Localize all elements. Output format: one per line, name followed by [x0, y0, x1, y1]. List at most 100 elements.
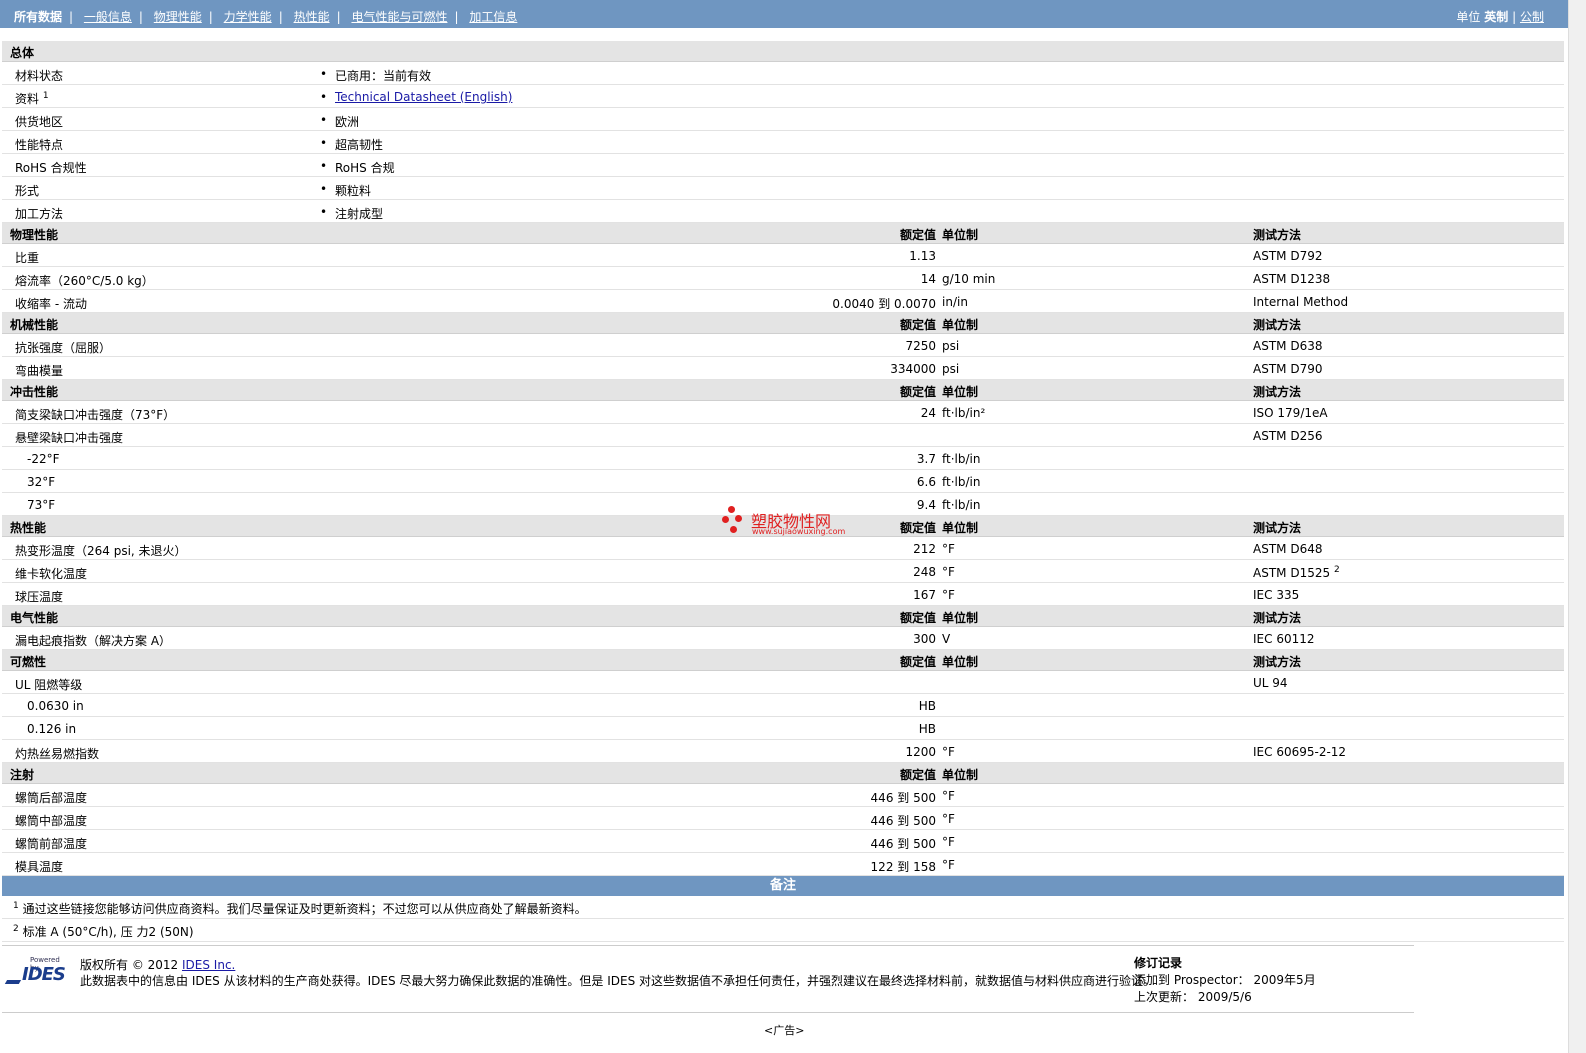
nav-electrical[interactable]: 电气性能与可燃性 [351, 10, 447, 24]
value-text: 欧洲 [335, 115, 360, 129]
units-label: 单位 [1456, 10, 1481, 24]
section-header-impact: 冲击性能 额定值 单位制 测试方法 [2, 380, 1564, 401]
table-row: 悬壁梁缺口冲击强度 ASTM D256 [2, 424, 1564, 447]
top-nav-bar: 所有数据 | 一般信息 | 物理性能 | 力学性能 | 热性能 | 电气性能与可燃性 | 加… [0, 0, 1568, 28]
nav-physical[interactable]: 物理性能 [154, 10, 202, 24]
row-value: 3.7 [916, 452, 936, 466]
table-row: 资料 1 Technical Datasheet (English) [2, 85, 1564, 108]
col-header-nominal: 额定值 [899, 318, 936, 332]
row-method: ISO 179/1eA [1253, 406, 1328, 420]
footnote-number: 1 [13, 901, 19, 911]
note-item: 1 通过这些链接您能够访问供应商资料。我们尽量保证及时更新资料；不过您可以从供应… [2, 896, 1564, 919]
table-row: RoHS 合规性 RoHS 合规 [2, 154, 1564, 177]
row-value: 欧洲 [320, 113, 359, 130]
watermark: 塑胶物性网 www.sujiaowuxing.com [722, 506, 882, 538]
note-text: 通过这些链接您能够访问供应商资料。我们尽量保证及时更新资料；不过您可以从供应商处… [22, 902, 587, 916]
row-unit: °F [942, 858, 955, 872]
row-method: ASTM D790 [1253, 362, 1323, 376]
value-text: RoHS 合规 [335, 161, 395, 175]
row-value: 颗粒料 [320, 182, 371, 199]
nav-processing[interactable]: 加工信息 [469, 10, 517, 24]
nav-thermal[interactable]: 热性能 [294, 10, 330, 24]
ad-label: <广告> [764, 1024, 805, 1037]
row-label: 性能特点 [15, 138, 64, 152]
col-header-unit: 单位制 [942, 768, 979, 782]
col-header-method: 测试方法 [1253, 228, 1302, 242]
row-label: 资料 1 [15, 91, 49, 106]
row-label: 收缩率 - 流动 [15, 297, 87, 311]
row-label: 73°F [27, 498, 56, 512]
section-title: 电气性能 [10, 611, 59, 625]
row-method: ASTM D648 [1253, 542, 1323, 556]
section-title: 机械性能 [10, 318, 59, 332]
col-header-unit: 单位制 [942, 228, 979, 242]
row-label: 螺筒中部温度 [15, 814, 88, 828]
nav-all-data[interactable]: 所有数据 [14, 10, 62, 24]
ides-link[interactable]: IDES Inc. [182, 958, 235, 972]
col-header-unit: 单位制 [942, 611, 979, 625]
nav-general-info[interactable]: 一般信息 [84, 10, 132, 24]
row-method: IEC 60112 [1253, 632, 1315, 646]
footnote-ref: 2 [1333, 565, 1340, 575]
row-method: ASTM D1238 [1253, 272, 1331, 286]
table-row: 形式 颗粒料 [2, 177, 1564, 200]
col-header-nominal: 额定值 [899, 521, 936, 535]
unit-switch: 单位 英制 | 公制 [1456, 10, 1544, 24]
row-value: 7250 [905, 339, 936, 353]
row-value: 6.6 [916, 475, 936, 489]
section-title: 物理性能 [10, 228, 59, 242]
col-header-nominal: 额定值 [899, 228, 936, 242]
row-value: HB [918, 699, 936, 713]
note-item: 2 标准 A (50°C/h), 压 力2 (50N) [2, 919, 1564, 942]
row-unit: V [942, 632, 951, 646]
watermark-logo-icon [722, 506, 744, 536]
revision-history: 修订记录 添加到 Prospector： 2009年5月 上次更新： 2009/… [1134, 956, 1316, 1004]
notes-header: 备注 [2, 876, 1564, 896]
col-header-method: 测试方法 [1253, 318, 1302, 332]
section-title: 注射 [10, 768, 35, 782]
datasheet-link[interactable]: Technical Datasheet (English) [335, 90, 512, 104]
col-header-method: 测试方法 [1253, 611, 1302, 625]
table-row: 0.126 in HB [2, 717, 1564, 740]
row-unit: psi [942, 339, 960, 353]
value-text: 已商用：当前有效 [335, 69, 432, 83]
row-value: 24 [920, 406, 936, 420]
table-row: 螺筒前部温度 446 到 500 °F [2, 830, 1564, 853]
row-method: ASTM D1525 2 [1253, 565, 1340, 580]
datasheet: 总体材料状态 已商用：当前有效资料 1 Technical Datasheet (E… [2, 41, 1564, 942]
table-row: 0.0630 in HB [2, 694, 1564, 717]
row-value: 9.4 [916, 498, 936, 512]
row-value: 注射成型 [320, 205, 383, 222]
row-label: 悬壁梁缺口冲击强度 [15, 431, 124, 445]
nav-mechanical[interactable]: 力学性能 [224, 10, 272, 24]
unit-english: 英制 [1484, 10, 1509, 24]
section-title: 冲击性能 [10, 385, 59, 399]
unit-metric-link[interactable]: 公制 [1520, 10, 1544, 24]
disclaimer: 此数据表中的信息由 IDES 从该材料的生产商处获得。IDES 尽最大努力确保此… [80, 974, 1156, 988]
row-label: 灼热丝易燃指数 [15, 747, 100, 761]
row-method: ASTM D256 [1253, 429, 1323, 443]
footnote-ref: 1 [42, 91, 49, 101]
table-row: 32°F 6.6 ft·lb/in [2, 470, 1564, 493]
row-value: 14 [920, 272, 936, 286]
scrollbar[interactable] [1568, 0, 1586, 1053]
row-value: Technical Datasheet (English) [320, 90, 512, 104]
section-header-injection: 注射 额定值 单位制 [2, 763, 1564, 784]
table-row: 抗张强度（屈服） 7250 psi ASTM D638 [2, 334, 1564, 357]
col-header-unit: 单位制 [942, 385, 979, 399]
table-row: 模具温度 122 到 158 °F [2, 853, 1564, 876]
section-header-mechanical: 机械性能 额定值 单位制 测试方法 [2, 313, 1564, 334]
row-value: 已商用：当前有效 [320, 67, 431, 84]
section-nav: 所有数据 | 一般信息 | 物理性能 | 力学性能 | 热性能 | 电气性能与可燃性 | 加… [14, 10, 518, 24]
row-value: 334000 [890, 362, 936, 376]
row-unit: psi [942, 362, 960, 376]
row-label: 螺筒前部温度 [15, 837, 88, 851]
row-method: UL 94 [1253, 676, 1288, 690]
table-row: 螺筒中部温度 446 到 500 °F [2, 807, 1564, 830]
row-unit: °F [942, 745, 955, 759]
row-label: 维卡软化温度 [15, 567, 88, 581]
row-label: -22°F [27, 452, 60, 466]
row-unit: °F [942, 812, 955, 826]
row-label: 抗张强度（屈服） [15, 341, 112, 355]
row-label: 比重 [15, 251, 40, 265]
